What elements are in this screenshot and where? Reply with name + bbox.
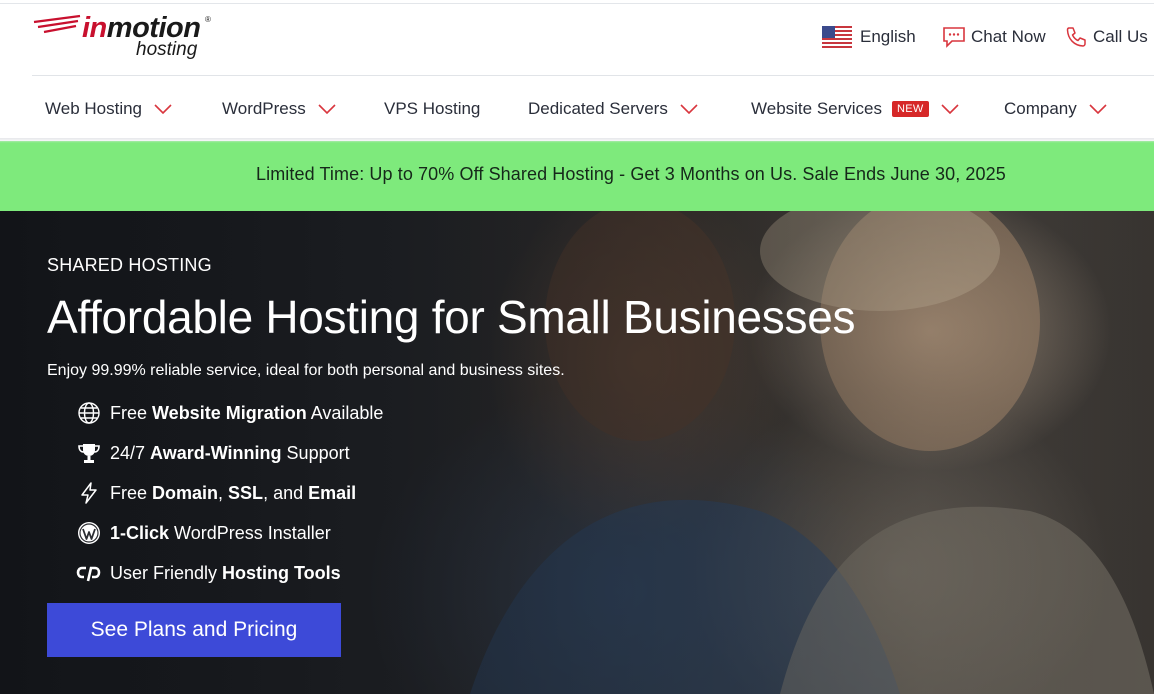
trophy-icon [76, 440, 102, 466]
nav-item-label: Company [1004, 99, 1077, 118]
chevron-down-icon [318, 104, 336, 114]
hero-eyebrow: SHARED HOSTING [47, 255, 212, 275]
language-label: English [860, 27, 916, 46]
promo-banner-text[interactable]: Limited Time: Up to 70% Off Shared Hosti… [256, 164, 1006, 185]
nav-item-wordpress[interactable]: WordPress [222, 96, 336, 122]
logo-subtitle: hosting [136, 39, 198, 60]
hero-subline: Enjoy 99.99% reliable service, ideal for… [47, 362, 565, 379]
globe-icon [76, 400, 102, 426]
nav-item-company[interactable]: Company [1004, 96, 1107, 122]
wordpress-icon [76, 520, 102, 546]
chevron-down-icon [941, 104, 959, 114]
nav-item-label: VPS Hosting [384, 99, 481, 118]
feature-item-website-migration: Free Website Migration Available [76, 399, 383, 427]
new-badge: NEW [892, 101, 929, 117]
nav-shadow [0, 138, 1154, 143]
chat-now-label: Chat Now [971, 27, 1046, 46]
header-divider [32, 75, 1154, 76]
lightning-icon [76, 480, 102, 506]
see-plans-pricing-button[interactable]: See Plans and Pricing [47, 603, 341, 657]
chat-bubble-icon [942, 26, 966, 48]
top-strip [0, 0, 1154, 4]
nav-item-label: Website Services [751, 99, 883, 118]
nav-item-website-services[interactable]: Website Services NEW [751, 96, 959, 122]
nav-item-label: Web Hosting [45, 99, 143, 118]
feature-text: 24/7 Award-Winning Support [110, 442, 350, 463]
logo-registered-mark: ® [205, 15, 211, 24]
feature-text: Free Domain, SSL, and Email [110, 482, 357, 503]
feature-item-support: 24/7 Award-Winning Support [76, 439, 350, 467]
us-flag-icon [822, 26, 852, 48]
nav-item-dedicated-servers[interactable]: Dedicated Servers [528, 96, 698, 122]
inmotion-hosting-logo[interactable]: inmotion ® hosting [32, 12, 212, 62]
nav-item-label: Dedicated Servers [528, 99, 668, 118]
cpanel-icon [76, 560, 102, 586]
call-us-label: Call Us [1093, 27, 1148, 46]
chevron-down-icon [1089, 104, 1107, 114]
feature-text: Free Website Migration Available [110, 402, 384, 423]
nav-item-label: WordPress [222, 99, 306, 118]
nav-item-vps-hosting[interactable]: VPS Hosting [384, 96, 480, 122]
chat-now-link[interactable]: Chat Now [942, 24, 1046, 50]
call-us-link[interactable]: Call Us [1065, 24, 1148, 50]
language-selector[interactable]: English [822, 24, 916, 50]
hero-headline: Affordable Hosting for Small Businesses [47, 291, 856, 343]
chevron-down-icon [680, 104, 698, 114]
chevron-down-icon [154, 104, 172, 114]
feature-text: User Friendly Hosting Tools [110, 562, 341, 583]
phone-icon [1065, 26, 1087, 48]
feature-item-domain-ssl-email: Free Domain, SSL, and Email [76, 479, 356, 507]
nav-item-web-hosting[interactable]: Web Hosting [45, 96, 172, 122]
feature-item-hosting-tools: User Friendly Hosting Tools [76, 559, 341, 587]
feature-item-wordpress-installer: 1-Click WordPress Installer [76, 519, 331, 547]
feature-text: 1-Click WordPress Installer [110, 522, 331, 543]
